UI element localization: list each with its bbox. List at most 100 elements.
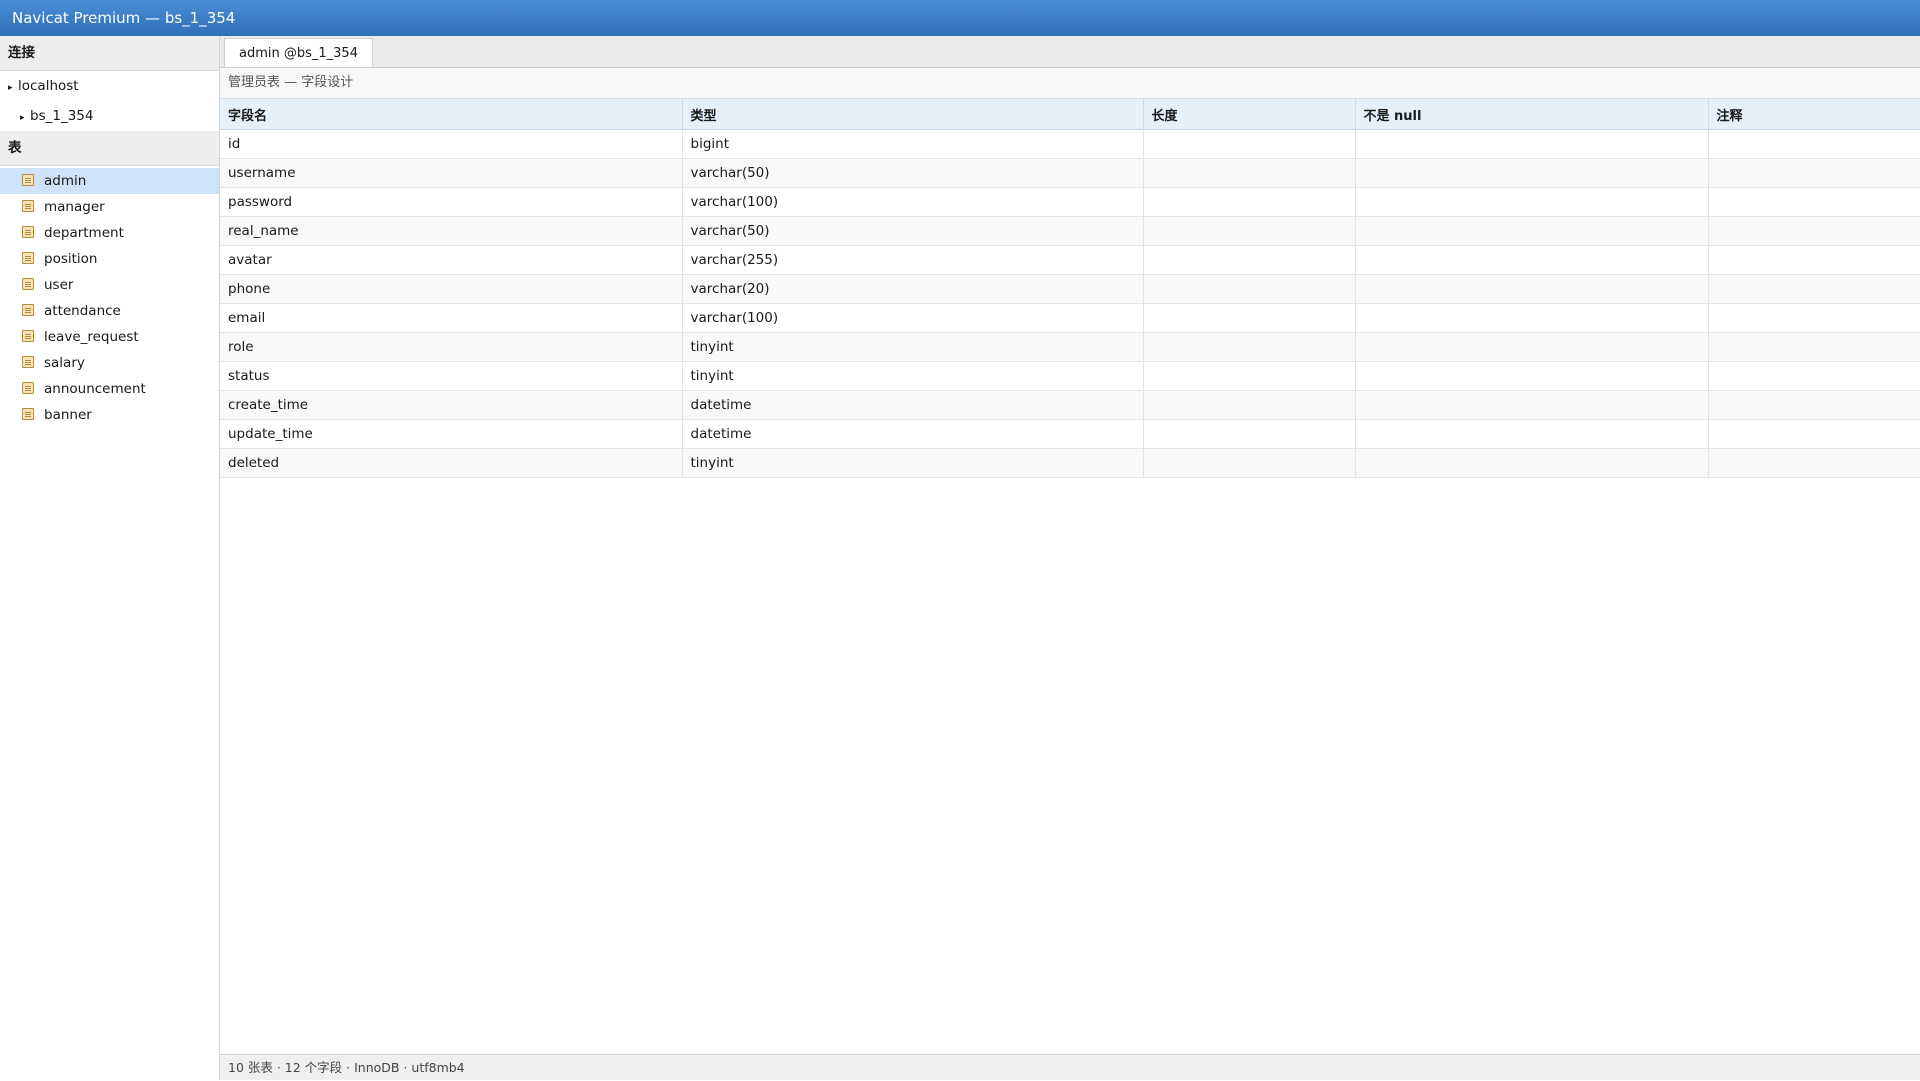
table-item-label: manager	[44, 199, 105, 215]
table-cell[interactable]: status	[220, 361, 683, 391]
table-cell[interactable]	[1708, 361, 1920, 391]
connection-item[interactable]: ▸ localhost	[0, 71, 219, 101]
table-cell[interactable]	[1143, 274, 1356, 304]
table-cell[interactable]: varchar(100)	[682, 187, 1144, 217]
table-cell[interactable]: varchar(50)	[682, 216, 1144, 246]
table-cell[interactable]	[1355, 390, 1709, 420]
table-cell[interactable]	[1355, 158, 1709, 188]
tab-admin[interactable]: admin @bs_1_354	[224, 38, 373, 67]
table-cell[interactable]	[1355, 332, 1709, 362]
table-cell[interactable]: real_name	[220, 216, 683, 246]
table-cell[interactable]: varchar(20)	[682, 274, 1144, 304]
table-cell[interactable]	[1355, 274, 1709, 304]
table-cell[interactable]	[1355, 245, 1709, 275]
expand-arrow-icon[interactable]: ▸	[8, 73, 18, 103]
column-header[interactable]: 字段名	[220, 99, 683, 130]
table-cell[interactable]	[1355, 303, 1709, 333]
table-row[interactable]: create_time datetime	[220, 390, 1920, 420]
column-header[interactable]: 长度	[1143, 99, 1356, 130]
table-cell[interactable]	[1143, 129, 1356, 159]
table-cell[interactable]	[1143, 158, 1356, 188]
table-cell[interactable]	[1355, 187, 1709, 217]
table-item-label: attendance	[44, 303, 121, 319]
table-cell[interactable]: deleted	[220, 448, 683, 478]
table-cell[interactable]: bigint	[682, 129, 1144, 159]
table-cell[interactable]	[1708, 245, 1920, 275]
table-cell[interactable]: create_time	[220, 390, 683, 420]
table-row[interactable]: avatar varchar(255)	[220, 245, 1920, 275]
table-cell[interactable]	[1708, 419, 1920, 449]
table-item-announcement[interactable]: announcement	[0, 376, 219, 402]
table-cell[interactable]: role	[220, 332, 683, 362]
table-row[interactable]: id bigint	[220, 129, 1920, 159]
table-cell[interactable]	[1355, 216, 1709, 246]
column-header[interactable]: 不是 null	[1355, 99, 1709, 130]
table-cell[interactable]	[1355, 129, 1709, 159]
table-item-label: position	[44, 251, 98, 267]
table-cell[interactable]: phone	[220, 274, 683, 304]
expand-arrow-icon[interactable]: ▸	[20, 103, 30, 133]
table-cell[interactable]	[1143, 332, 1356, 362]
table-cell[interactable]: id	[220, 129, 683, 159]
table-cell[interactable]	[1708, 332, 1920, 362]
table-cell[interactable]: tinyint	[682, 448, 1144, 478]
table-cell[interactable]: varchar(100)	[682, 303, 1144, 333]
table-cell[interactable]	[1355, 448, 1709, 478]
table-cell[interactable]: varchar(255)	[682, 245, 1144, 275]
table-cell[interactable]	[1708, 158, 1920, 188]
table-cell[interactable]: varchar(50)	[682, 158, 1144, 188]
table-cell[interactable]	[1708, 129, 1920, 159]
table-cell[interactable]: avatar	[220, 245, 683, 275]
table-cell[interactable]: tinyint	[682, 361, 1144, 391]
table-item-banner[interactable]: banner	[0, 402, 219, 428]
table-item-user[interactable]: user	[0, 272, 219, 298]
table-cell[interactable]	[1143, 419, 1356, 449]
table-row[interactable]: username varchar(50)	[220, 158, 1920, 188]
table-item-position[interactable]: position	[0, 246, 219, 272]
table-cell[interactable]	[1708, 274, 1920, 304]
table-icon	[22, 226, 34, 238]
table-row[interactable]: password varchar(100)	[220, 187, 1920, 217]
table-icon	[22, 356, 34, 368]
table-row[interactable]: email varchar(100)	[220, 303, 1920, 333]
table-cell[interactable]	[1708, 448, 1920, 478]
table-item-admin[interactable]: admin	[0, 168, 219, 194]
table-item-manager[interactable]: manager	[0, 194, 219, 220]
database-item[interactable]: ▸ bs_1_354	[0, 101, 219, 131]
table-cell[interactable]	[1143, 361, 1356, 391]
table-cell[interactable]	[1143, 390, 1356, 420]
column-header[interactable]: 注释	[1708, 99, 1920, 130]
table-cell[interactable]	[1143, 245, 1356, 275]
column-header[interactable]: 类型	[682, 99, 1144, 130]
table-row[interactable]: update_time datetime	[220, 419, 1920, 449]
table-cell[interactable]: datetime	[682, 419, 1144, 449]
table-cell[interactable]	[1708, 303, 1920, 333]
table-item-salary[interactable]: salary	[0, 350, 219, 376]
table-row[interactable]: phone varchar(20)	[220, 274, 1920, 304]
table-cell[interactable]	[1143, 216, 1356, 246]
table-cell[interactable]	[1143, 187, 1356, 217]
table-cell[interactable]: password	[220, 187, 683, 217]
table-cell[interactable]: tinyint	[682, 332, 1144, 362]
table-cell[interactable]	[1355, 361, 1709, 391]
table-item-attendance[interactable]: attendance	[0, 298, 219, 324]
table-cell[interactable]	[1708, 216, 1920, 246]
table-cell[interactable]	[1708, 390, 1920, 420]
table-cell[interactable]	[1143, 303, 1356, 333]
table-row[interactable]: role tinyint	[220, 332, 1920, 362]
connection-label: localhost	[18, 78, 79, 94]
table-cell[interactable]: datetime	[682, 390, 1144, 420]
status-text: 10 张表 · 12 个字段 · InnoDB · utf8mb4	[228, 1060, 465, 1075]
table-row[interactable]: status tinyint	[220, 361, 1920, 391]
table-cell[interactable]	[1143, 448, 1356, 478]
table-item-department[interactable]: department	[0, 220, 219, 246]
window-title: Navicat Premium — bs_1_354	[12, 9, 236, 27]
table-cell[interactable]	[1708, 187, 1920, 217]
table-cell[interactable]: update_time	[220, 419, 683, 449]
table-row[interactable]: deleted tinyint	[220, 448, 1920, 478]
table-cell[interactable]: username	[220, 158, 683, 188]
table-cell[interactable]	[1355, 419, 1709, 449]
table-row[interactable]: real_name varchar(50)	[220, 216, 1920, 246]
table-cell[interactable]: email	[220, 303, 683, 333]
table-item-leave-request[interactable]: leave_request	[0, 324, 219, 350]
